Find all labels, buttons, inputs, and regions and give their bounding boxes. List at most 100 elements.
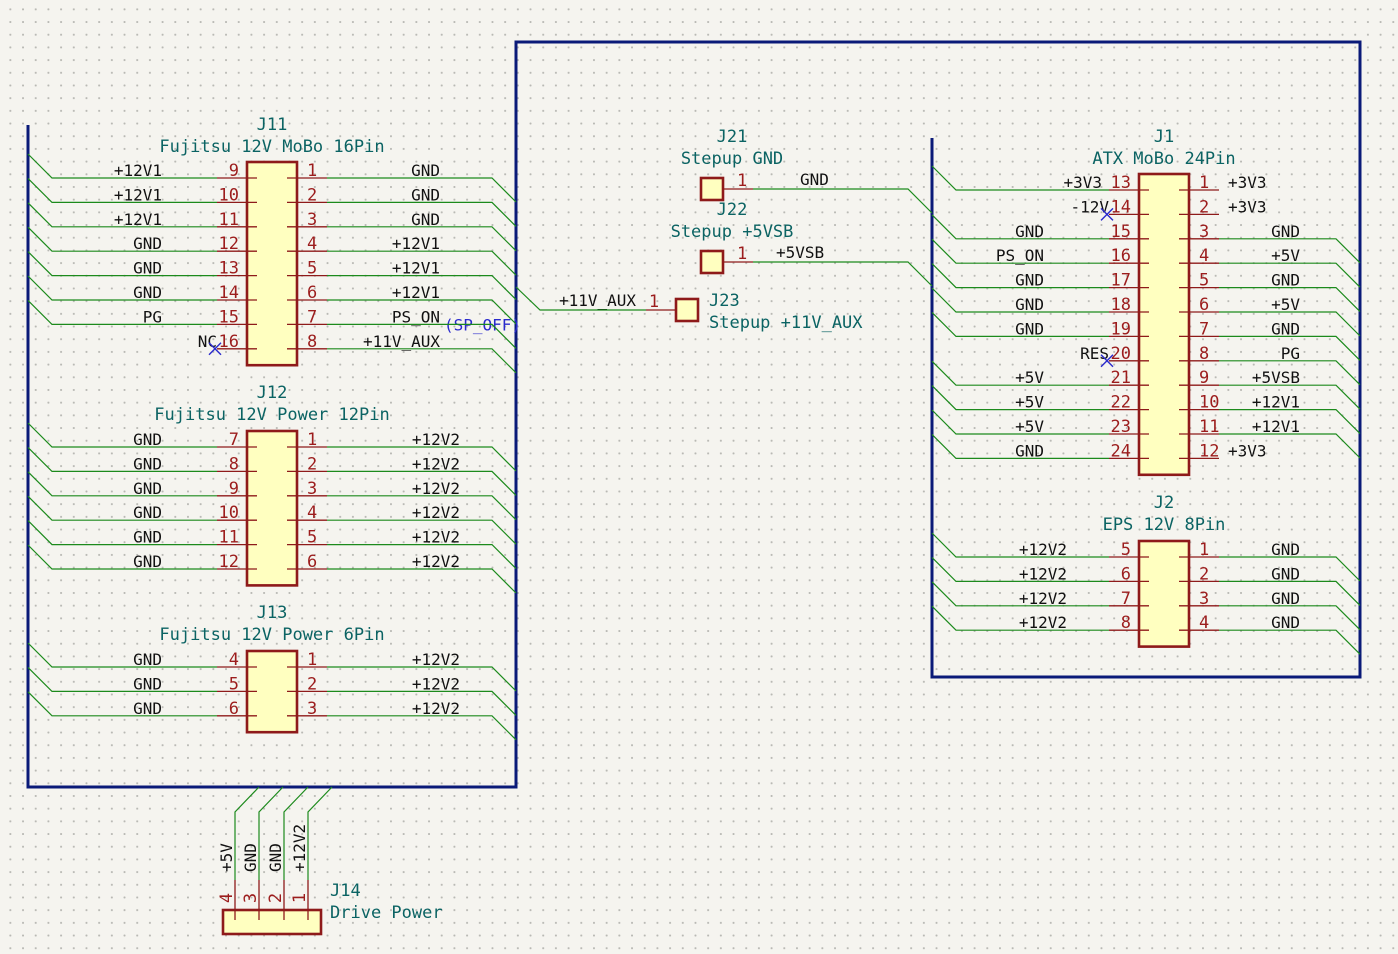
net-label: -12V (1070, 197, 1109, 216)
reference-designator: J14 (330, 881, 361, 901)
net-label: PS_ON (996, 246, 1044, 265)
wire (27, 691, 217, 717)
net-label: +5V (1015, 393, 1044, 412)
connector-body (1137, 172, 1191, 477)
net-label: +3V3 (1228, 173, 1267, 192)
net-label: +12V2 (1019, 540, 1067, 559)
pin-number: 3 (307, 210, 317, 230)
wire (307, 786, 333, 880)
wire (753, 188, 933, 214)
connector-j13: J13Fujitsu 12V Power 6Pin 4 1 GND +12V2 5 2 GND… (27, 603, 517, 741)
connector-j1: J1ATX MoBo 24Pin 13 1 +3V3 +3V3 14 2 -12V +3V3 15… (931, 127, 1361, 477)
pin-number: 1 (307, 650, 317, 670)
net-label: GND (1271, 319, 1300, 338)
pin-number: 11 (219, 210, 239, 230)
connector-body (245, 160, 299, 367)
wire (27, 422, 217, 448)
net-label: GND (1015, 295, 1044, 314)
net-label: +12V1 (1252, 393, 1300, 412)
net-label: +12V2 (412, 650, 460, 669)
pin-number: 15 (219, 307, 239, 327)
net-label: GND (133, 650, 162, 669)
net-label: +12V2 (412, 430, 460, 449)
pin-number: 13 (1111, 173, 1131, 193)
net-label: +12V1 (114, 185, 162, 204)
net-label: PG (143, 307, 162, 326)
net-label: GND (1271, 540, 1300, 559)
net-label: GND (1015, 319, 1044, 338)
wire (327, 715, 517, 741)
wire (327, 348, 517, 374)
net-label: +3V3 (1228, 197, 1267, 216)
net-label: GND (1271, 564, 1300, 583)
pin-number: 14 (1111, 197, 1131, 217)
net-label: +12V2 (290, 824, 309, 872)
pin-number: 1 (307, 430, 317, 450)
net-label: +5V (1015, 368, 1044, 387)
component-value: Fujitsu 12V MoBo 16Pin (159, 137, 384, 157)
pin-number: 7 (229, 430, 239, 450)
wire (27, 471, 217, 497)
pin-number: 18 (1111, 295, 1131, 315)
pin-number: 6 (1121, 564, 1131, 584)
net-label: +5VSB (1252, 368, 1300, 387)
pin-number: 4 (217, 893, 237, 903)
pin-number: 6 (307, 552, 317, 572)
net-label: +12V2 (412, 699, 460, 718)
net-label: GND (1271, 271, 1300, 290)
net-label: +12V1 (392, 259, 440, 278)
pin-number: 2 (307, 674, 317, 694)
pin-number: 12 (219, 234, 239, 254)
net-label: +5V (217, 843, 236, 872)
net-label: +12V2 (1019, 613, 1067, 632)
net-label: GND (133, 552, 162, 571)
pin-number: 14 (219, 283, 239, 303)
component-value: Drive Power (330, 903, 443, 923)
net-label: +12V2 (412, 454, 460, 473)
pin-number: 8 (1121, 613, 1131, 633)
pin-number: 3 (1199, 589, 1209, 609)
component-value: Stepup GND (681, 149, 783, 169)
wire (327, 568, 517, 594)
net-label: GND (411, 185, 440, 204)
reference-designator: J1 (1154, 127, 1174, 147)
reference-designator: J21 (717, 127, 748, 147)
net-label: GND (241, 843, 260, 872)
net-label: +5V (1015, 417, 1044, 436)
pin-number: 6 (307, 283, 317, 303)
net-label: GND (1271, 222, 1300, 241)
net-label: +12V2 (412, 674, 460, 693)
connector-j2: J2EPS 12V 8Pin 5 1 +12V2 GND 6 2 +12V2 GND 7 3 +12V… (931, 493, 1361, 655)
net-label: GND (133, 283, 162, 302)
pin-number: 4 (307, 503, 317, 523)
pin-number: 2 (1199, 564, 1209, 584)
pin-number: 21 (1111, 368, 1131, 388)
pin-number: 9 (229, 479, 239, 499)
schematic-canvas: J1 1 Fujitsu 12V MoBo 16Pin 9 1 +12V1 GND 10 2 +1… (26, 40, 1362, 936)
pin-number: 3 (307, 479, 317, 499)
pin-number: 9 (1199, 368, 1209, 388)
wire (27, 299, 217, 325)
reference-designator: J23 (709, 291, 740, 311)
pin-number: 10 (219, 503, 239, 523)
net-label: +12V1 (392, 283, 440, 302)
pin-number: 8 (1199, 344, 1209, 364)
pin-number: 5 (307, 259, 317, 279)
net-label: +12V1 (392, 234, 440, 253)
pin-number: 1 (290, 893, 310, 903)
pin-number: 3 (241, 893, 261, 903)
pin-number: 4 (229, 650, 239, 670)
reference-designator: J12 (257, 383, 288, 403)
pin-number: 5 (229, 674, 239, 694)
connector-j22: 1 +5VSB J22Stepup +5VSB (671, 200, 933, 287)
wire (27, 666, 217, 693)
net-label: GND (133, 503, 162, 522)
pin-number: 8 (307, 332, 317, 352)
net-label: GND (133, 674, 162, 693)
net-label: GND (266, 843, 285, 872)
net-label: GND (1015, 441, 1044, 460)
net-label: +3V3 (1228, 441, 1267, 460)
pin-number: 17 (1111, 271, 1131, 291)
pin-number: 10 (1199, 393, 1219, 413)
wire (27, 251, 217, 277)
